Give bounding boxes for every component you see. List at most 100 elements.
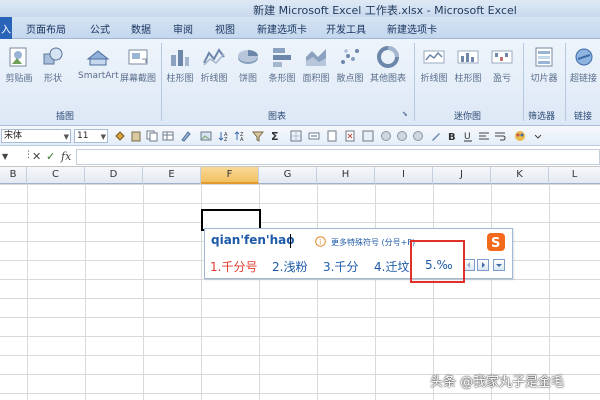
- border-icon[interactable]: [290, 130, 302, 142]
- insert-function-button[interactable]: fx: [61, 150, 71, 163]
- align-icon[interactable]: [478, 130, 490, 142]
- tab-new-2[interactable]: 新建选项卡: [387, 21, 437, 36]
- area-chart-icon: [306, 49, 326, 66]
- column-header[interactable]: H: [317, 167, 375, 184]
- column-chart-label: 柱形图: [166, 74, 194, 84]
- column-header[interactable]: B: [0, 167, 27, 184]
- underline-icon[interactable]: U: [462, 130, 474, 142]
- chevron-down-icon[interactable]: ▼: [2, 152, 8, 161]
- column-header-selected[interactable]: F: [201, 167, 259, 184]
- bold-icon[interactable]: B: [446, 130, 458, 142]
- tab-new-1[interactable]: 新建选项卡: [257, 21, 307, 36]
- circle-icon[interactable]: [412, 130, 424, 142]
- table-icon[interactable]: [162, 130, 174, 142]
- sparkline-line-button[interactable]: 折线图: [419, 45, 449, 84]
- sparkline-column-button[interactable]: 柱形图: [453, 45, 483, 84]
- column-header[interactable]: I: [375, 167, 433, 184]
- sort-descending-icon[interactable]: ZA: [234, 130, 246, 142]
- font-size-select[interactable]: 11 ▼: [74, 129, 108, 143]
- worksheet-grid[interactable]: [0, 184, 600, 400]
- smartart-icon: [86, 50, 110, 66]
- screenshot-button[interactable]: 屏幕截图: [120, 45, 156, 84]
- clipart-button[interactable]: 剪贴画: [4, 45, 34, 84]
- ime-pinyin-input: qian'fen'hao: [211, 233, 295, 247]
- svg-text:S: S: [491, 236, 500, 251]
- copy-icon[interactable]: [146, 130, 158, 142]
- paint-bucket-icon[interactable]: [114, 130, 126, 142]
- ime-candidate-4[interactable]: 4.迁坟: [374, 258, 409, 275]
- tab-developer[interactable]: 开发工具: [326, 21, 366, 36]
- slicer-button[interactable]: 切片器: [527, 45, 561, 84]
- sum-icon[interactable]: Σ: [270, 130, 282, 142]
- column-chart-button[interactable]: 柱形图: [165, 45, 195, 84]
- circle-icon[interactable]: [396, 130, 408, 142]
- sparkline-column-icon: [457, 50, 479, 64]
- delete-sheet-icon[interactable]: [344, 130, 356, 142]
- tab-formulas[interactable]: 公式: [90, 21, 110, 36]
- group-separator: [414, 43, 415, 121]
- svg-text:Z: Z: [224, 137, 228, 142]
- sparkline-line-label: 折线图: [420, 74, 448, 84]
- scatter-chart-label: 散点图: [336, 74, 364, 84]
- formula-input[interactable]: [76, 149, 600, 165]
- smartart-button[interactable]: SmartArt: [78, 45, 119, 81]
- area-chart-button[interactable]: 面积图: [301, 45, 331, 84]
- tab-view[interactable]: 视图: [215, 21, 235, 36]
- info-icon: i: [315, 236, 326, 247]
- sparkline-winloss-button[interactable]: 盈亏: [487, 45, 517, 84]
- sparkline-column-label: 柱形图: [454, 74, 482, 84]
- pen-icon[interactable]: [430, 130, 442, 142]
- brush-icon[interactable]: [180, 130, 192, 142]
- chevron-down-icon[interactable]: [532, 130, 544, 142]
- sogou-logo-icon: S: [487, 233, 505, 251]
- insert-sheet-icon[interactable]: [326, 130, 338, 142]
- enter-icon[interactable]: ✓: [46, 150, 55, 163]
- expand-button[interactable]: [493, 259, 505, 271]
- other-charts-icon: [377, 46, 399, 68]
- group-sparklines-label: 迷你图: [454, 112, 482, 122]
- column-header[interactable]: E: [143, 167, 201, 184]
- chevron-down-icon: [496, 264, 502, 267]
- column-header[interactable]: D: [85, 167, 143, 184]
- wrap-text-icon[interactable]: [494, 130, 506, 142]
- ime-candidate-1[interactable]: 1.千分号: [210, 258, 257, 275]
- shapes-icon: [43, 47, 63, 65]
- column-header[interactable]: G: [259, 167, 317, 184]
- ime-candidate-2[interactable]: 2.浅粉: [272, 258, 307, 275]
- line-chart-icon: [203, 48, 225, 66]
- bar-chart-button[interactable]: 条形图: [267, 45, 297, 84]
- pie-chart-button[interactable]: 饼图: [233, 45, 263, 84]
- ribbon-tab-bar: 入 页面布局 公式 数据 审阅 视图 新建选项卡 开发工具 新建选项卡: [0, 17, 600, 39]
- sparkline-winloss-icon: [491, 50, 513, 64]
- column-header[interactable]: J: [433, 167, 491, 184]
- hyperlink-label: 超链接: [569, 74, 597, 84]
- more-symbols-link[interactable]: 更多特殊符号 (分号+F): [331, 237, 415, 248]
- image-icon[interactable]: [200, 130, 212, 142]
- line-chart-button[interactable]: 折线图: [199, 45, 229, 84]
- circle-icon[interactable]: [380, 130, 392, 142]
- shapes-button[interactable]: 形状: [38, 45, 68, 84]
- column-header[interactable]: K: [491, 167, 549, 184]
- other-charts-button[interactable]: 其他图表: [369, 45, 407, 84]
- cancel-icon[interactable]: ✕: [32, 150, 41, 163]
- hyperlink-button[interactable]: 超链接: [567, 45, 600, 84]
- clipart-label: 剪贴画: [5, 74, 33, 84]
- sort-ascending-icon[interactable]: AZ: [218, 130, 230, 142]
- merge-cells-icon[interactable]: [308, 130, 320, 142]
- font-name-select[interactable]: 宋体 ▼: [1, 129, 71, 143]
- scatter-chart-button[interactable]: 散点图: [335, 45, 365, 84]
- tab-review[interactable]: 审阅: [173, 21, 193, 36]
- tab-insert[interactable]: 入: [0, 17, 12, 39]
- color-icon[interactable]: [514, 130, 526, 142]
- ime-candidate-3[interactable]: 3.千分: [323, 258, 358, 275]
- format-cells-icon[interactable]: [362, 130, 374, 142]
- paste-icon[interactable]: [130, 130, 142, 142]
- dialog-launcher-icon[interactable]: ⬊: [402, 110, 408, 118]
- filter-icon[interactable]: [252, 130, 264, 142]
- sparkline-line-icon: [423, 50, 445, 64]
- tab-data[interactable]: 数据: [131, 21, 151, 36]
- tab-page-layout[interactable]: 页面布局: [26, 21, 66, 36]
- column-header[interactable]: C: [27, 167, 85, 184]
- column-header[interactable]: L: [549, 167, 600, 184]
- next-page-button[interactable]: [477, 259, 489, 271]
